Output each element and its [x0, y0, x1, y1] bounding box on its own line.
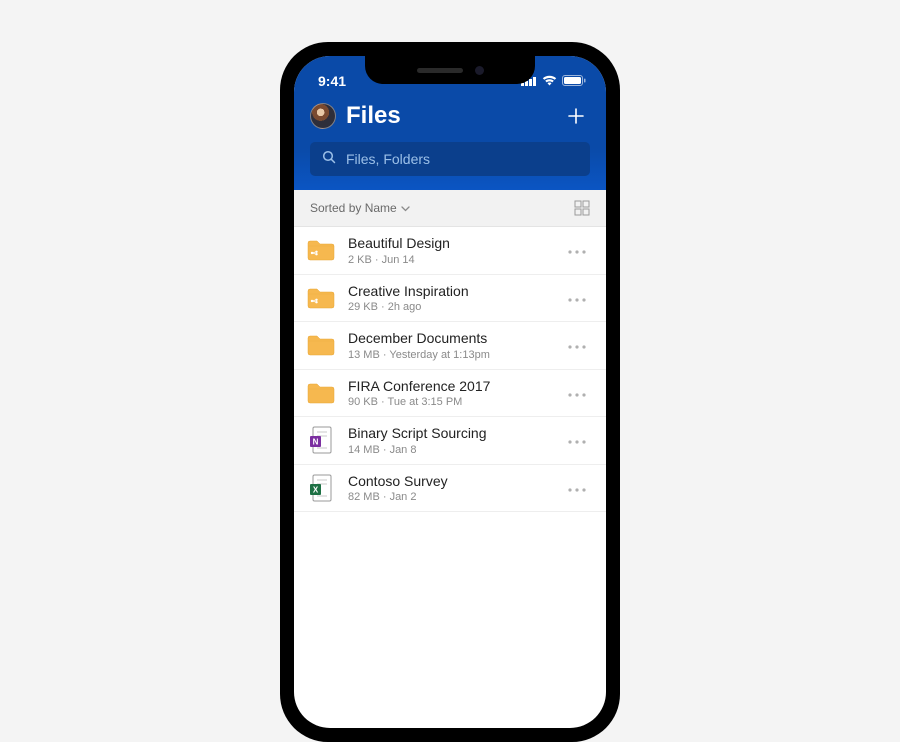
item-name: December Documents — [348, 330, 552, 348]
ellipsis-icon — [568, 393, 586, 397]
chevron-down-icon — [401, 201, 410, 215]
item-name: Binary Script Sourcing — [348, 425, 552, 443]
title-row: Files — [310, 102, 590, 130]
item-info: December Documents13 MB · Yesterday at 1… — [348, 330, 552, 361]
list-item[interactable]: N Binary Script Sourcing14 MB · Jan 8 — [294, 417, 606, 465]
page-title: Files — [346, 102, 401, 130]
more-button[interactable] — [564, 475, 590, 501]
file-list[interactable]: Beautiful Design2 KB · Jun 14 Creative In… — [294, 227, 606, 512]
item-meta: 82 MB · Jan 2 — [348, 491, 552, 503]
status-time: 9:41 — [314, 63, 346, 89]
ellipsis-icon — [568, 345, 586, 349]
search-field[interactable] — [310, 142, 590, 176]
item-info: FIRA Conference 201790 KB · Tue at 3:15 … — [348, 378, 552, 409]
item-meta: 2 KB · Jun 14 — [348, 254, 552, 266]
item-info: Beautiful Design2 KB · Jun 14 — [348, 235, 552, 266]
list-item[interactable]: Creative Inspiration29 KB · 2h ago — [294, 275, 606, 323]
wifi-icon — [542, 73, 557, 89]
title-left: Files — [310, 102, 401, 130]
notch — [365, 56, 535, 84]
folder-icon — [306, 330, 336, 360]
item-meta: 29 KB · 2h ago — [348, 301, 552, 313]
ellipsis-icon — [568, 440, 586, 444]
sort-label-text: Sorted by Name — [310, 201, 397, 215]
item-meta: 13 MB · Yesterday at 1:13pm — [348, 349, 552, 361]
folder-icon — [306, 378, 336, 408]
item-meta: 14 MB · Jan 8 — [348, 444, 552, 456]
item-info: Binary Script Sourcing14 MB · Jan 8 — [348, 425, 552, 456]
ellipsis-icon — [568, 250, 586, 254]
svg-text:X: X — [313, 485, 319, 494]
onenote-icon: N — [306, 425, 336, 455]
grid-icon — [574, 200, 590, 216]
app-header: Files — [294, 96, 606, 190]
sort-bar: Sorted by Name — [294, 190, 606, 227]
more-button[interactable] — [564, 427, 590, 453]
ellipsis-icon — [568, 298, 586, 302]
ellipsis-icon — [568, 488, 586, 492]
folder-shared-icon — [306, 235, 336, 265]
more-button[interactable] — [564, 380, 590, 406]
plus-icon — [566, 106, 586, 126]
list-item[interactable]: December Documents13 MB · Yesterday at 1… — [294, 322, 606, 370]
item-name: Creative Inspiration — [348, 283, 552, 301]
sort-button[interactable]: Sorted by Name — [310, 201, 410, 215]
more-button[interactable] — [564, 237, 590, 263]
search-input[interactable] — [346, 151, 578, 167]
list-item[interactable]: Beautiful Design2 KB · Jun 14 — [294, 227, 606, 275]
phone-frame: 9:41 Files — [280, 42, 620, 742]
item-name: FIRA Conference 2017 — [348, 378, 552, 396]
screen: 9:41 Files — [294, 56, 606, 728]
item-info: Creative Inspiration29 KB · 2h ago — [348, 283, 552, 314]
item-name: Beautiful Design — [348, 235, 552, 253]
excel-icon: X — [306, 473, 336, 503]
battery-icon — [562, 73, 586, 89]
folder-shared-icon — [306, 283, 336, 313]
svg-text:N: N — [313, 438, 319, 447]
speaker-grille — [417, 68, 463, 73]
list-item[interactable]: FIRA Conference 201790 KB · Tue at 3:15 … — [294, 370, 606, 418]
more-button[interactable] — [564, 285, 590, 311]
avatar[interactable] — [310, 103, 336, 129]
item-info: Contoso Survey82 MB · Jan 2 — [348, 473, 552, 504]
list-item[interactable]: X Contoso Survey82 MB · Jan 2 — [294, 465, 606, 513]
front-camera — [475, 66, 484, 75]
search-icon — [322, 150, 336, 169]
item-meta: 90 KB · Tue at 3:15 PM — [348, 396, 552, 408]
item-name: Contoso Survey — [348, 473, 552, 491]
view-toggle-button[interactable] — [574, 200, 590, 216]
more-button[interactable] — [564, 332, 590, 358]
add-button[interactable] — [562, 102, 590, 130]
